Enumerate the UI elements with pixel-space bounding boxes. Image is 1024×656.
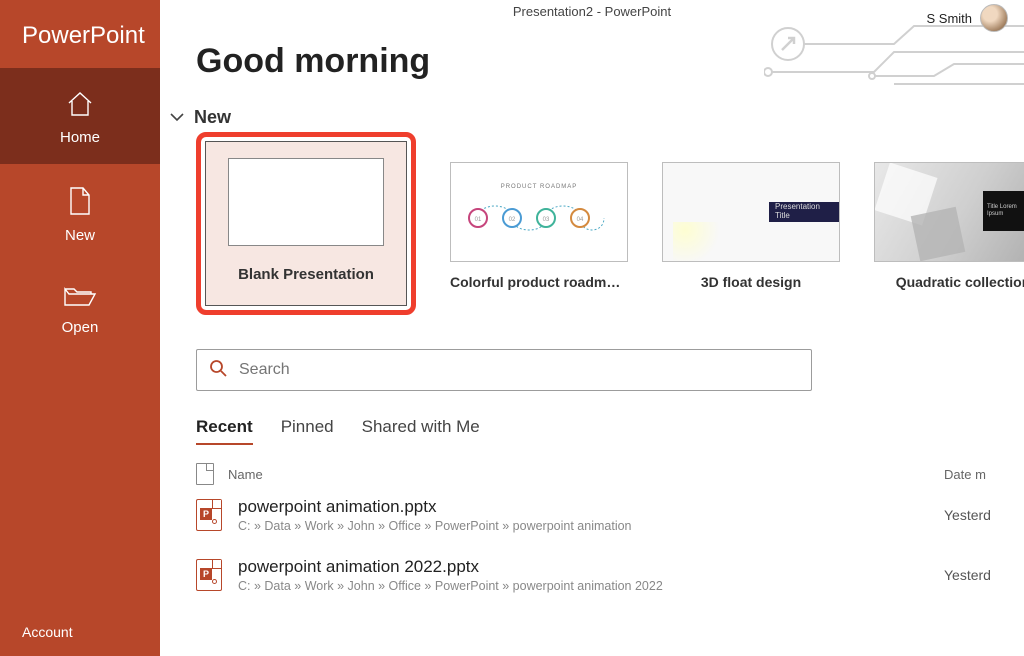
column-date[interactable]: Date m [944, 467, 1024, 482]
template-quadratic[interactable]: Title Lorem Ipsum Quadratic collection [874, 162, 1024, 315]
thumb-line1: Presentation [775, 202, 839, 211]
svg-text:02: 02 [509, 217, 516, 223]
new-section-label: New [194, 107, 231, 128]
home-icon [65, 90, 95, 123]
sidebar-item-label: Home [60, 129, 100, 146]
file-row[interactable]: P powerpoint animation.pptx C: » Data » … [196, 485, 1024, 545]
sidebar-item-label: Account [22, 624, 73, 640]
search-icon [209, 359, 227, 382]
blank-slide-preview [228, 158, 384, 246]
file-name: powerpoint animation 2022.pptx [238, 557, 944, 577]
folder-open-icon [63, 284, 97, 313]
template-blank-presentation[interactable]: Blank Presentation [196, 136, 416, 315]
sidebar: PowerPoint Home New Open Account [0, 0, 160, 656]
column-name[interactable]: Name [228, 467, 263, 482]
thumb-line1: Title Lorem [987, 204, 1024, 211]
file-path: C: » Data » Work » John » Office » Power… [238, 579, 944, 593]
new-section-header[interactable]: New [170, 107, 1024, 128]
user-name: S Smith [926, 11, 972, 26]
thumb-line2: Title [775, 211, 839, 220]
template-label: Quadratic collection [896, 274, 1024, 290]
sidebar-bottom: Account [0, 624, 160, 656]
template-thumb: Title Lorem Ipsum [874, 162, 1024, 262]
app-title: PowerPoint [0, 0, 160, 68]
chevron-down-icon [170, 111, 184, 125]
template-label: Colorful product roadmap ti… [450, 274, 628, 290]
svg-text:01: 01 [475, 217, 482, 223]
svg-text:04: 04 [577, 217, 584, 223]
file-path: C: » Data » Work » John » Office » Power… [238, 519, 944, 533]
template-label: 3D float design [701, 274, 801, 290]
sidebar-item-new[interactable]: New [0, 164, 160, 262]
template-roadmap[interactable]: PRODUCT ROADMAP 01 02 03 04 Colorful pro… [450, 162, 628, 315]
sidebar-item-account[interactable]: Account [22, 624, 160, 642]
tab-pinned[interactable]: Pinned [281, 417, 334, 445]
template-3d-float[interactable]: Presentation Title 3D float design [662, 162, 840, 315]
templates-row: Blank Presentation PRODUCT ROADMAP 01 02… [196, 136, 1024, 315]
titlebar: Presentation2 - PowerPoint S Smith [160, 0, 1024, 36]
main-content: Presentation2 - PowerPoint S Smith Good … [160, 0, 1024, 656]
document-title: Presentation2 - PowerPoint [513, 4, 671, 19]
search-box[interactable] [196, 349, 812, 391]
user-account[interactable]: S Smith [926, 4, 1008, 32]
thumb-line2: Ipsum [987, 211, 1024, 218]
new-doc-icon [68, 186, 92, 221]
pptx-icon: P [196, 559, 222, 591]
template-label: Blank Presentation [238, 266, 374, 283]
file-date: Yesterd [944, 507, 1024, 523]
tab-shared[interactable]: Shared with Me [362, 417, 480, 445]
file-row[interactable]: P powerpoint animation 2022.pptx C: » Da… [196, 545, 1024, 605]
recent-tabs: Recent Pinned Shared with Me [196, 417, 1024, 445]
file-list-header: Name Date m [196, 463, 1024, 485]
pptx-icon: P [196, 499, 222, 531]
sidebar-item-open[interactable]: Open [0, 262, 160, 354]
thumb-title: PRODUCT ROADMAP [501, 184, 578, 190]
svg-text:03: 03 [543, 217, 550, 223]
tab-recent[interactable]: Recent [196, 417, 253, 445]
document-icon [196, 463, 214, 485]
search-input[interactable] [239, 361, 799, 379]
sidebar-item-home[interactable]: Home [0, 68, 160, 164]
file-name: powerpoint animation.pptx [238, 497, 944, 517]
sidebar-item-label: Open [62, 319, 99, 336]
sidebar-item-label: New [65, 227, 95, 244]
file-date: Yesterd [944, 567, 1024, 583]
template-thumb: Presentation Title [662, 162, 840, 262]
template-thumb: PRODUCT ROADMAP 01 02 03 04 [450, 162, 628, 262]
avatar [980, 4, 1008, 32]
